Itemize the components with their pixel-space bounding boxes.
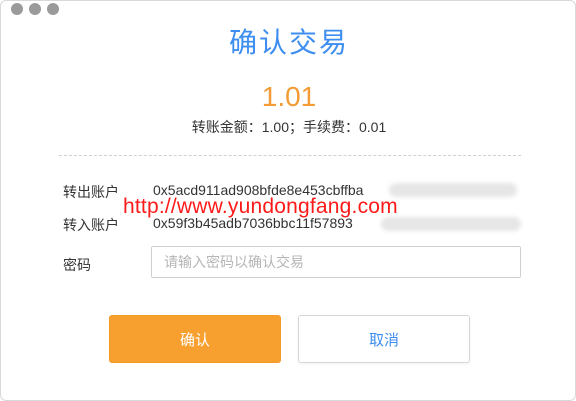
amount-label: 转账金额： — [191, 119, 262, 135]
window-controls — [11, 3, 59, 15]
fee-value: 0.01 — [359, 119, 387, 135]
window-dot-icon[interactable] — [29, 3, 41, 15]
total-amount: 1.01 — [261, 81, 317, 112]
from-account-label: 转出账户 — [63, 184, 119, 200]
fee-label: 手续费： — [303, 119, 359, 135]
password-label: 密码 — [63, 257, 91, 273]
page-title: 确认交易 — [228, 27, 349, 58]
window-dot-icon[interactable] — [47, 3, 59, 15]
to-address-redaction — [381, 217, 521, 231]
detail-separator: ； — [289, 119, 303, 135]
to-account-label: 转入账户 — [63, 217, 119, 233]
confirm-transaction-window: 确认交易 1.01 转账金额：1.00；手续费：0.01 转出账户 0x5acd… — [0, 0, 576, 401]
watermark-text: http://www.yundongfang.com — [123, 195, 398, 218]
amount-value: 1.00 — [261, 119, 289, 135]
amount-detail: 转账金额：1.00；手续费：0.01 — [1, 117, 575, 137]
from-address-redaction — [389, 183, 517, 197]
divider — [59, 155, 521, 156]
window-dot-icon[interactable] — [11, 3, 23, 15]
confirm-button[interactable]: 确认 — [109, 315, 281, 363]
password-input[interactable] — [151, 246, 521, 278]
cancel-button[interactable]: 取消 — [298, 315, 470, 363]
